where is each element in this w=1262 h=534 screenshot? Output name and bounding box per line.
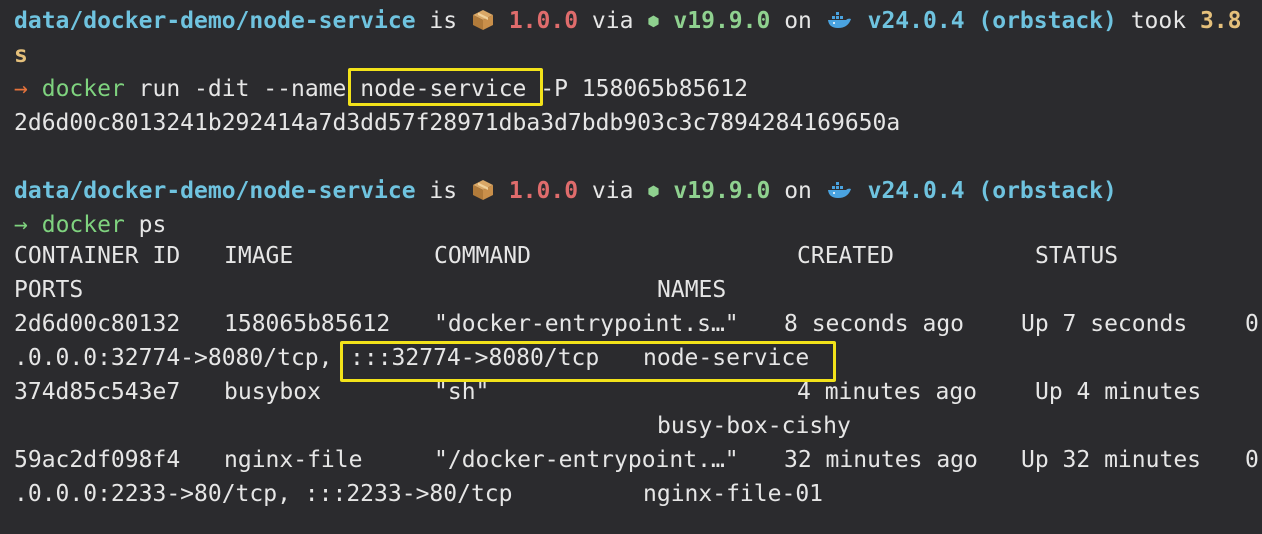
command-args-tail: -P 158065b85612 xyxy=(526,76,748,102)
highlight-box-container-name xyxy=(348,68,543,106)
command-args: run -dit --name xyxy=(124,76,361,102)
command-cell: "docker-entrypoint.s…" xyxy=(434,311,739,337)
took-label: took xyxy=(1116,8,1200,34)
ports-wrap-char: 0 xyxy=(1245,447,1259,473)
prompt-arrow-icon: → xyxy=(14,76,28,102)
docker-whale-icon xyxy=(827,182,851,198)
command-output-container-id: 2d6d00c8013241b292414a7d3dd57f28971dba3d… xyxy=(14,110,901,136)
image-cell: nginx-file xyxy=(224,447,363,473)
names-cell: busy-box-cishy xyxy=(657,413,851,439)
prompt-path: data/docker-demo/node-service xyxy=(14,178,416,204)
prompt-on-text: on xyxy=(770,178,826,204)
docker-version: v24.0.4 (orbstack) xyxy=(867,8,1117,34)
prompt-path: data/docker-demo/node-service xyxy=(14,8,416,34)
status-cell: Up 7 seconds xyxy=(1021,311,1188,337)
prompt-line-1: data/docker-demo/node-service is 1.0.0 v… xyxy=(14,4,1242,38)
header-container-id: CONTAINER ID xyxy=(14,243,181,269)
highlight-box-port-mapping xyxy=(340,341,836,382)
command-line-2: → docker ps xyxy=(14,208,166,242)
node-version: v19.9.0 xyxy=(673,178,771,204)
prompt-via-text: via xyxy=(578,8,648,34)
package-version: 1.0.0 xyxy=(508,178,579,204)
created-cell: 8 seconds ago xyxy=(784,311,965,337)
prompt-line-2: data/docker-demo/node-service is 1.0.0 v… xyxy=(14,174,1117,208)
header-status: STATUS xyxy=(1035,243,1119,269)
prompt-via-text: via xyxy=(578,178,648,204)
status-cell: Up 32 minutes xyxy=(1021,447,1202,473)
header-image: IMAGE xyxy=(224,243,294,269)
ports-wrap-char: 0 xyxy=(1245,311,1259,337)
image-cell: 158065b85612 xyxy=(224,311,391,337)
package-icon xyxy=(472,10,493,30)
package-icon xyxy=(472,180,493,200)
image-cell: busybox xyxy=(224,379,321,405)
package-version: 1.0.0 xyxy=(508,8,579,34)
took-duration: 3.8 xyxy=(1199,8,1242,34)
container-id-cell: 374d85c543e7 xyxy=(14,379,181,405)
prompt-on-text: on xyxy=(770,8,826,34)
command-program: docker xyxy=(41,76,125,102)
prompt-is-text: is xyxy=(415,8,471,34)
created-cell: 32 minutes ago xyxy=(784,447,978,473)
docker-whale-icon xyxy=(827,12,851,28)
prompt-is-text: is xyxy=(415,178,471,204)
took-duration-unit: s xyxy=(14,42,28,68)
header-command: COMMAND xyxy=(434,243,531,269)
node-icon: ⬢ xyxy=(647,184,660,200)
prompt-line-1-wrap: s xyxy=(14,38,28,72)
docker-version: v24.0.4 (orbstack) xyxy=(867,178,1117,204)
node-icon: ⬢ xyxy=(647,14,660,30)
node-version: v19.9.0 xyxy=(673,8,771,34)
header-names: NAMES xyxy=(657,277,727,303)
command-cell: "sh" xyxy=(434,379,490,405)
terminal-window: data/docker-demo/node-service is 1.0.0 v… xyxy=(0,0,1262,534)
header-ports: PORTS xyxy=(14,277,84,303)
command-args: ps xyxy=(124,212,167,238)
names-cell: nginx-file-01 xyxy=(643,481,824,507)
status-cell: Up 4 minutes xyxy=(1035,379,1202,405)
ports-cell: .0.0.0:2233->80/tcp, :::2233->80/tcp xyxy=(14,481,513,507)
container-id-cell: 2d6d00c80132 xyxy=(14,311,181,337)
ports-cell: .0.0.0:32774->8080/tcp, xyxy=(14,345,333,371)
created-cell: 4 minutes ago xyxy=(797,379,978,405)
container-id-cell: 59ac2df098f4 xyxy=(14,447,181,473)
command-program: docker xyxy=(41,212,125,238)
header-created: CREATED xyxy=(797,243,894,269)
prompt-arrow-icon: → xyxy=(14,212,28,238)
command-cell: "/docker-entrypoint.…" xyxy=(434,447,739,473)
